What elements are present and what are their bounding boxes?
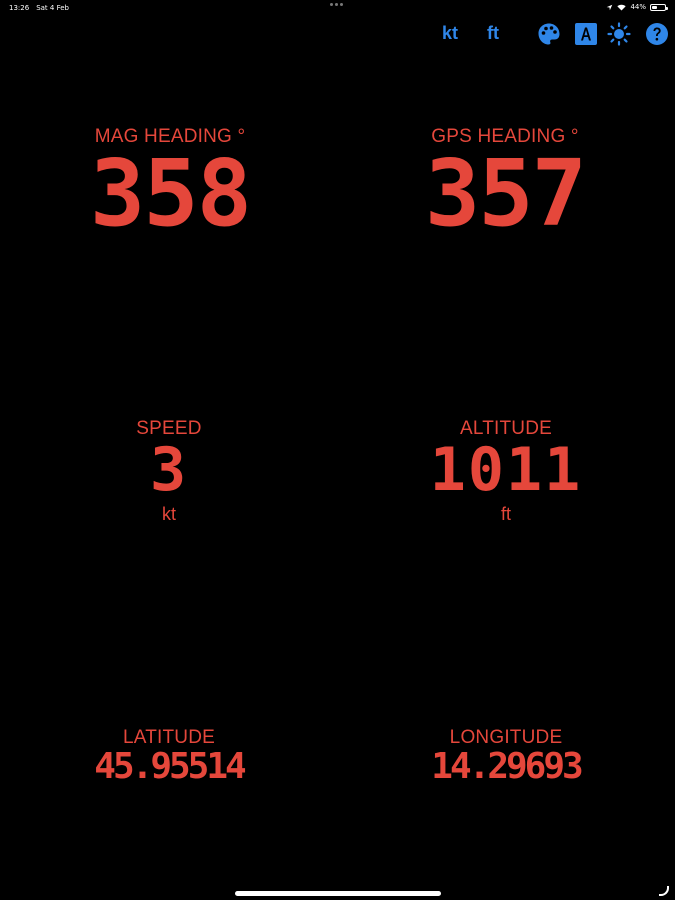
multitasking-dots[interactable]	[330, 3, 343, 6]
palette-icon[interactable]	[537, 22, 561, 46]
latitude-gauge: LATITUDE 45.95514	[69, 727, 269, 785]
mag-heading-value: 358	[89, 140, 252, 247]
mag-heading-gauge: MAG HEADING ° 358	[60, 126, 280, 240]
altitude-value: 1011	[429, 435, 583, 505]
longitude-gauge: LONGITUDE 14.29693	[406, 727, 606, 785]
brightness-icon[interactable]	[607, 22, 631, 46]
location-icon	[607, 4, 613, 10]
battery-tip	[666, 6, 668, 10]
battery-icon	[650, 3, 668, 11]
dot	[335, 3, 338, 6]
gps-heading-value: 357	[424, 140, 587, 247]
dot	[330, 3, 333, 6]
help-icon[interactable]	[645, 22, 669, 46]
longitude-value: 14.29693	[431, 746, 583, 787]
latitude-value: 45.95514	[94, 746, 246, 787]
battery-fill	[652, 5, 658, 9]
corner-gesture-icon	[659, 886, 669, 896]
speed-unit-toggle[interactable]: kt	[442, 23, 458, 44]
font-icon[interactable]	[574, 22, 598, 46]
gps-heading-gauge: GPS HEADING ° 357	[395, 126, 615, 240]
altitude-unit: ft	[500, 504, 511, 524]
speed-unit: kt	[161, 504, 176, 524]
speed-gauge: SPEED 3 kt	[89, 418, 249, 525]
battery-percent: 44%	[630, 3, 646, 11]
altitude-gauge: ALTITUDE 1011 ft	[406, 418, 606, 525]
status-left: 13:26 Sat 4 Feb	[9, 4, 69, 12]
status-bar: 13:26 Sat 4 Feb 44%	[0, 0, 675, 16]
altitude-unit-toggle[interactable]: ft	[487, 23, 499, 44]
home-indicator[interactable]	[235, 891, 441, 896]
speed-value: 3	[149, 435, 189, 505]
wifi-icon	[617, 4, 627, 10]
status-right: 44%	[606, 3, 668, 11]
status-time: 13:26	[9, 4, 30, 12]
status-date: Sat 4 Feb	[36, 4, 69, 12]
dot	[340, 3, 343, 6]
